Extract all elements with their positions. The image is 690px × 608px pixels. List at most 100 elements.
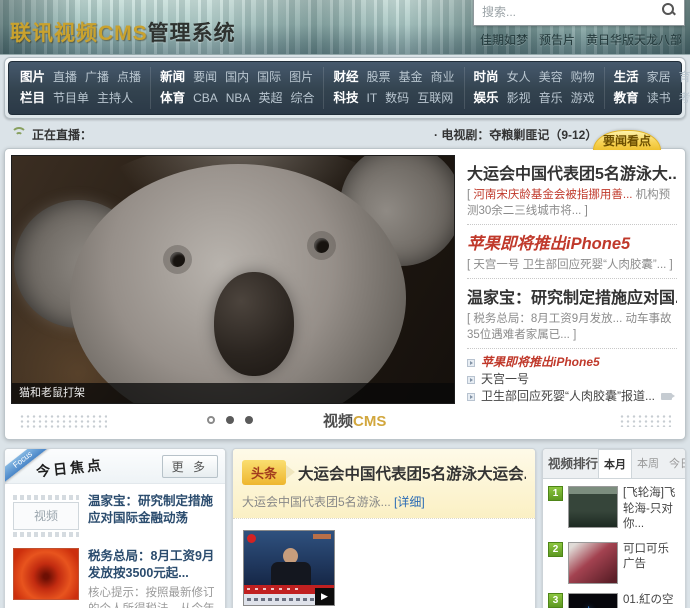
hot-word[interactable]: 预告片 [539,31,575,48]
news-headline-1[interactable]: 大运会中国代表团5名游泳大... [467,160,677,184]
press-conference-video-thumb[interactable]: ▶ [243,530,335,606]
hot-word[interactable]: 佳期如梦 [480,31,528,48]
tab-today[interactable]: 今日 [664,449,686,478]
nav-link[interactable]: 主持人 [97,88,133,109]
search-input[interactable] [474,0,662,25]
nav-link[interactable]: 图片 [289,67,313,88]
nav-link[interactable]: 国际 [257,67,281,88]
headline-body: ▶ [233,519,535,608]
news-list-item[interactable]: 卫生部回应死婴“人肉胶囊”报道... [467,388,677,404]
news-sub-red-link[interactable]: 河南宋庆龄基金会被指挪用善... [473,189,632,201]
nav-link[interactable]: 育儿 [679,67,690,88]
pager-dot[interactable] [226,416,234,424]
nav-head-sports[interactable]: 体育 [160,88,185,109]
ranking-item-title[interactable]: [飞轮海]飞轮海-只对你... [623,486,680,533]
koala-art-right-eye [314,238,329,253]
nav-link[interactable]: 游戏 [571,88,595,109]
rank-badge: 1 [548,486,563,501]
bottom-section: Focus 今日焦点 更 多 视频 温家宝：研究制定措施应对国际金融动荡 税务总… [4,448,686,608]
detail-link[interactable]: [详细] [394,495,425,509]
pager-dot-active[interactable] [207,416,215,424]
nav-head-entertainment[interactable]: 娱乐 [474,88,499,109]
nav-link[interactable]: NBA [226,88,251,109]
brand-right: CMS [353,413,386,430]
nav-link[interactable]: 女人 [507,67,531,88]
pager-dot[interactable] [245,416,253,424]
nav-link[interactable]: 商业 [431,67,455,88]
focus-item: 税务总局：8月工资9月发放按3500元起... 核心提示：按照最新修订的个人所得… [13,548,217,608]
site-logo: 联讯视频CMS管理系统 [10,17,236,47]
news-list-item[interactable]: 天宫一号 [467,371,677,388]
news-list-text: 天宫一号 [481,371,529,388]
ranking-item: 1 [飞轮海]飞轮海-只对你... [548,486,680,533]
nav-link[interactable]: 考试 [679,88,690,109]
nav-link[interactable]: 直播 [53,67,77,88]
nav-row: 栏目 节目单 主持人 [20,88,141,109]
nav-link[interactable]: 读书 [647,88,671,109]
nav-head-education[interactable]: 教育 [614,88,639,109]
search-box [473,0,685,26]
more-button[interactable]: 更 多 [162,455,218,478]
nav-link[interactable]: 互联网 [417,88,453,109]
slideshow-pager [207,416,253,424]
dotted-divider [467,224,677,225]
music-video-thumbnail[interactable] [568,593,618,608]
nav-link[interactable]: 购物 [571,67,595,88]
play-icon[interactable]: ▶ [315,588,334,605]
news-list: 苹果即将推出iPhone5 天宫一号 卫生部回应死婴“人肉胶囊”报道... 全球… [467,354,677,404]
focus-item-title[interactable]: 税务总局：8月工资9月发放按3500元起... [88,548,217,582]
search-icon[interactable] [662,3,675,16]
video-thumbnail[interactable] [568,542,618,584]
main-nav: 图片 直播 广播 点播 栏目 节目单 主持人 新闻 要闻 国内 国际 图片 体育… [8,61,682,115]
nav-head-life[interactable]: 生活 [614,67,639,88]
focus-item-desc: 核心提示：按照最新修订的个人所得税法，从今年9月1日起，居民个人所 [88,585,217,608]
nav-head-tech[interactable]: 科技 [333,88,358,109]
nav-head-finance[interactable]: 财经 [333,67,358,88]
video-ranking-panel: 视频排行 本月 本周 今日 1 [飞轮海]飞轮海-只对你... 2 可口可乐广告… [542,448,686,608]
nav-link[interactable]: 美容 [539,67,563,88]
nav-link[interactable]: 影视 [507,88,531,109]
today-focus-panel: Focus 今日焦点 更 多 视频 温家宝：研究制定措施应对国际金融动荡 税务总… [4,448,226,608]
ranking-item-title[interactable]: 01.紅の空 (Full... [623,593,680,608]
tab-this-month[interactable]: 本月 [598,449,632,478]
nav-head-pictures[interactable]: 图片 [20,67,45,88]
nav-link[interactable]: 家居 [647,67,671,88]
hero-video-image[interactable]: 猫和老鼠打架 [11,155,455,404]
nav-link[interactable]: 节目单 [53,88,89,109]
now-playing-link[interactable]: · 电视剧：夺粮剿匪记（9-12） [434,126,597,143]
nav-head-fashion[interactable]: 时尚 [474,67,499,88]
flower-thumbnail[interactable] [13,548,79,600]
nav-link[interactable]: CBA [193,88,218,109]
nav-link[interactable]: 英超 [258,88,282,109]
news-headline-3[interactable]: 温家宝：研究制定措施应对国... [467,284,677,308]
hot-word[interactable]: 黄日华版天龙八部 [586,31,682,48]
nav-link[interactable]: 国内 [225,67,249,88]
main-nav-frame: 图片 直播 广播 点播 栏目 节目单 主持人 新闻 要闻 国内 国际 图片 体育… [4,57,686,119]
nav-link[interactable]: IT [367,88,378,109]
video-thumbnail[interactable] [568,486,618,528]
placeholder-dashes [13,532,79,537]
nav-link[interactable]: 音乐 [539,88,563,109]
nav-head-channels[interactable]: 栏目 [20,88,45,109]
tab-this-week[interactable]: 本周 [632,449,664,478]
headline-badge[interactable]: 头条 [242,460,286,485]
news-list-item[interactable]: 苹果即将推出iPhone5 [467,354,677,371]
nav-link[interactable]: 综合 [290,88,314,109]
nav-head-news[interactable]: 新闻 [160,67,185,88]
news-headline-2[interactable]: 苹果即将推出iPhone5 [467,230,677,254]
hero-caption[interactable]: 猫和老鼠打架 [12,383,454,403]
video-placeholder-thumb[interactable]: 视频 [13,493,79,539]
nav-link[interactable]: 数码 [385,88,409,109]
headline-title[interactable]: 大运会中国代表团5名游泳大运会... [298,462,526,484]
nav-link[interactable]: 基金 [399,67,423,88]
nav-link[interactable]: 要闻 [193,67,217,88]
news-list-text: 苹果即将推出iPhone5 [481,354,600,371]
ranking-item-title[interactable]: 可口可乐广告 [623,542,680,584]
nav-link[interactable]: 点播 [117,67,141,88]
nav-row: 体育 CBA NBA 英超 综合 [160,88,314,109]
nav-link[interactable]: 广播 [85,67,109,88]
focus-item-title[interactable]: 温家宝：研究制定措施应对国际金融动荡 [88,493,217,539]
nav-link[interactable]: 股票 [367,67,391,88]
nav-group-fashion-ent: 时尚 女人 美容 购物 娱乐 影视 音乐 游戏 [464,67,604,109]
rank-badge: 2 [548,542,563,557]
